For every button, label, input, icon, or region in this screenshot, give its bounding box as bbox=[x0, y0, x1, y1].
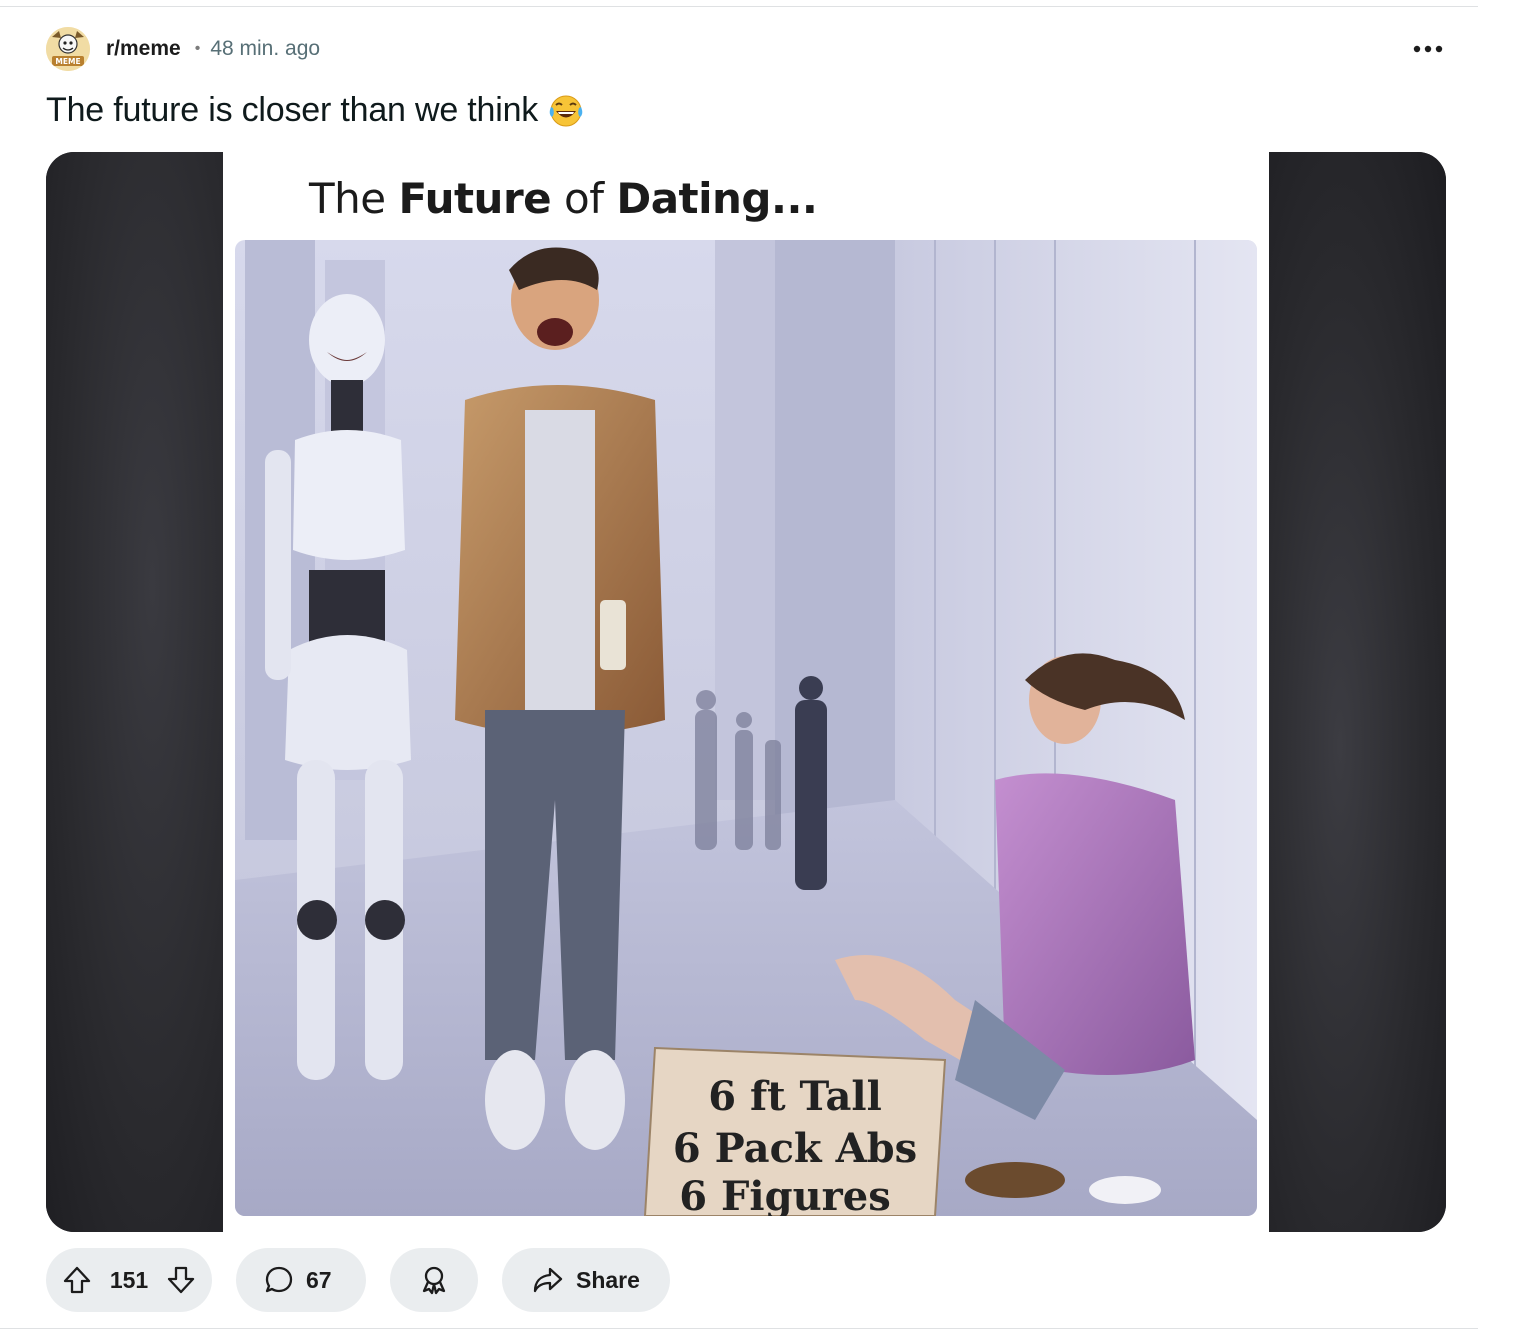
share-arrow-icon bbox=[533, 1267, 563, 1293]
sign-line-1: 6 ft Tall bbox=[708, 1073, 882, 1120]
sign-line-2: 6 Pack Abs bbox=[673, 1125, 917, 1172]
cardboard-sign: 6 ft Tall 6 Pack Abs 6 Figures bbox=[643, 1046, 947, 1216]
meme-image: The Future of Dating... 6 ft Tall 6 Pack… bbox=[223, 152, 1269, 1232]
media-blur-left bbox=[46, 152, 223, 1232]
meme-heading-future: Future bbox=[398, 174, 552, 223]
bottom-divider bbox=[0, 1328, 1478, 1329]
vote-count: 151 bbox=[109, 1266, 149, 1293]
meme-heading: The Future of Dating... bbox=[309, 174, 818, 223]
meme-heading-dating: Dating... bbox=[616, 174, 818, 223]
top-divider bbox=[0, 6, 1478, 7]
tears-of-joy-emoji-icon bbox=[549, 95, 583, 127]
subreddit-name[interactable]: r/meme bbox=[106, 37, 181, 61]
comment-bubble-icon bbox=[265, 1266, 293, 1293]
award-button[interactable] bbox=[390, 1248, 478, 1312]
downvote-arrow-icon bbox=[167, 1266, 195, 1294]
meme-heading-prefix: The bbox=[309, 174, 399, 223]
post-title-text: The future is closer than we think bbox=[46, 90, 539, 129]
vote-group: 151 bbox=[46, 1248, 212, 1312]
meme-heading-mid: of bbox=[551, 174, 617, 223]
separator-dot: • bbox=[194, 40, 201, 57]
upvote-button[interactable] bbox=[62, 1265, 92, 1295]
subreddit-avatar[interactable]: MEME bbox=[46, 27, 90, 71]
share-button[interactable]: Share bbox=[502, 1248, 670, 1312]
avatar-text: MEME bbox=[55, 57, 80, 66]
media-blur-right bbox=[1269, 152, 1446, 1232]
more-horizontal-icon bbox=[1413, 45, 1443, 53]
post-title[interactable]: The future is closer than we think bbox=[46, 90, 586, 130]
sign-line-3: 6 Figures bbox=[679, 1173, 890, 1216]
comments-button[interactable]: 67 bbox=[236, 1248, 366, 1312]
post-media[interactable]: The Future of Dating... 6 ft Tall 6 Pack… bbox=[46, 152, 1446, 1232]
scene-illustration: 6 ft Tall 6 Pack Abs 6 Figures bbox=[235, 240, 1257, 1216]
more-options-button[interactable] bbox=[1410, 32, 1446, 66]
post-actions: 151 67 Share bbox=[46, 1248, 670, 1312]
meme-scene: 6 ft Tall 6 Pack Abs 6 Figures bbox=[235, 240, 1257, 1216]
comment-count: 67 bbox=[306, 1266, 332, 1293]
downvote-button[interactable] bbox=[166, 1265, 196, 1295]
upvote-arrow-icon bbox=[63, 1266, 91, 1294]
share-label: Share bbox=[576, 1266, 640, 1293]
post-header: MEME r/meme • 48 min. ago bbox=[46, 26, 1446, 72]
meme-logo-icon: MEME bbox=[46, 27, 90, 71]
award-icon bbox=[422, 1266, 446, 1295]
post-timestamp: 48 min. ago bbox=[210, 37, 321, 60]
